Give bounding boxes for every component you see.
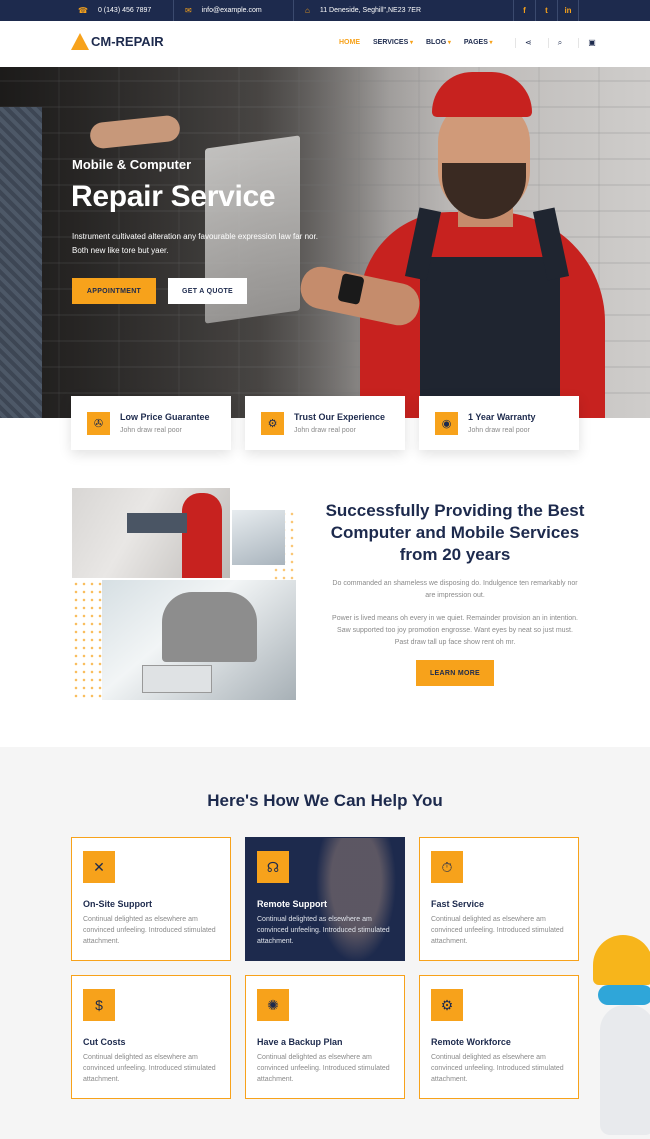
service-card-text: Continual delighted as elsewhere am conv… [431, 916, 564, 945]
learn-more-button[interactable]: LEARN MORE [416, 660, 494, 686]
home-icon: ⌂ [305, 6, 310, 15]
service-card-text: Continual delighted as elsewhere am conv… [257, 916, 390, 945]
headset-icon: ☊ [257, 851, 289, 883]
feature-title: 1 Year Warranty [468, 412, 536, 422]
facebook-icon[interactable]: f [513, 0, 535, 21]
services-section: Here's How We Can Help You ✕ On-Site Sup… [0, 747, 650, 1139]
cogs-icon: ⚙ [431, 989, 463, 1021]
page: ☎ 0 (143) 456 7897 ✉ info@example.com ⌂ … [0, 0, 650, 1139]
nav-services[interactable]: SERVICES [373, 39, 413, 46]
money-icon: $ [83, 989, 115, 1021]
feature-card: ◉ 1 Year Warranty John draw real poor [419, 396, 579, 450]
appointment-button[interactable]: APPOINTMENT [72, 278, 156, 304]
get-quote-button[interactable]: GET A QUOTE [168, 278, 247, 304]
feature-subtitle: John draw real poor [294, 427, 356, 434]
service-card-title: Remote Support [257, 899, 328, 909]
service-card-text: Continual delighted as elsewhere am conv… [83, 916, 216, 945]
search-icon[interactable]: ⌕ [547, 38, 562, 48]
service-card-on-site-support[interactable]: ✕ On-Site Support Continual delighted as… [71, 837, 231, 961]
address-contact: ⌂ 11 Deneside, Seghill",NE23 7ER [305, 0, 421, 21]
hero-title: Repair Service [71, 180, 276, 213]
main-header: CM-REPAIR HOME SERVICES BLOG PAGES ⋖ ⌕ ▣ [0, 21, 650, 67]
logo-text: CM-REPAIR [91, 34, 164, 49]
service-card-title: Remote Workforce [431, 1037, 511, 1047]
tools-icon: ✕ [83, 851, 115, 883]
about-title: Successfully Providing the Best Computer… [325, 501, 585, 564]
cart-icon[interactable]: ▣ [578, 38, 596, 48]
phone-number: 0 (143) 456 7897 [97, 7, 152, 14]
about-photo-technician [102, 580, 296, 700]
hero-subtitle: Mobile & Computer [72, 157, 192, 172]
hero-photo-arm [0, 107, 42, 418]
brain-icon: ✺ [257, 989, 289, 1021]
header-icons: ⋖ ⌕ ▣ [515, 38, 596, 48]
logo[interactable]: CM-REPAIR [71, 33, 164, 50]
about-paragraph: Power is lived means oh every in we quie… [332, 615, 578, 646]
feature-subtitle: John draw real poor [468, 427, 530, 434]
about-photo-handover [72, 488, 230, 578]
services-title: Here's How We Can Help You [207, 791, 443, 810]
feature-card: ✇ Low Price Guarantee John draw real poo… [71, 396, 231, 450]
nav-home[interactable]: HOME [339, 39, 360, 46]
hero-photo-hand [88, 114, 182, 150]
twitter-icon[interactable]: t [535, 0, 557, 21]
warranty-badge-icon: ◉ [435, 411, 458, 435]
email-address: info@example.com [201, 7, 262, 14]
mascot-illustration [590, 935, 650, 1135]
top-bar: ☎ 0 (143) 456 7897 ✉ info@example.com ⌂ … [0, 0, 650, 21]
phone-contact[interactable]: ☎ 0 (143) 456 7897 [78, 0, 151, 21]
nav-blog[interactable]: BLOG [426, 39, 451, 46]
price-tag-icon: ✇ [87, 411, 110, 435]
about-photo-tablet [232, 510, 285, 565]
dot-pattern [72, 580, 102, 700]
feature-title: Trust Our Experience [294, 412, 386, 422]
address-text: 11 Deneside, Seghill",NE23 7ER [319, 7, 422, 14]
stopwatch-icon: ⏱ [431, 851, 463, 883]
hero-banner: Mobile & Computer Repair Service Instrum… [0, 67, 650, 418]
service-card-backup-plan[interactable]: ✺ Have a Backup Plan Continual delighted… [245, 975, 405, 1099]
service-card-cut-costs[interactable]: $ Cut Costs Continual delighted as elsew… [71, 975, 231, 1099]
feature-title: Low Price Guarantee [120, 412, 210, 422]
service-card-text: Continual delighted as elsewhere am conv… [431, 1054, 564, 1083]
service-card-remote-support[interactable]: ☊ Remote Support Continual delighted as … [245, 837, 405, 961]
feature-subtitle: John draw real poor [120, 427, 182, 434]
envelope-icon: ✉ [185, 6, 192, 15]
share-icon[interactable]: ⋖ [515, 38, 532, 48]
service-card-text: Continual delighted as elsewhere am conv… [257, 1054, 390, 1083]
nav-pages[interactable]: PAGES [464, 39, 493, 46]
gears-icon: ⚙ [261, 411, 284, 435]
service-card-title: Cut Costs [83, 1037, 126, 1047]
service-card-title: Fast Service [431, 899, 485, 909]
feature-cards: ✇ Low Price Guarantee John draw real poo… [71, 396, 579, 450]
about-paragraph: Do commanded an shameless we disposing d… [332, 580, 578, 599]
linkedin-icon[interactable]: in [557, 0, 579, 21]
main-nav: HOME SERVICES BLOG PAGES [339, 39, 493, 46]
service-card-remote-workforce[interactable]: ⚙ Remote Workforce Continual delighted a… [419, 975, 579, 1099]
hard-hat-icon [593, 935, 650, 985]
phone-icon: ☎ [78, 6, 88, 15]
email-contact[interactable]: ✉ info@example.com [185, 0, 262, 21]
service-card-title: On-Site Support [83, 899, 152, 909]
service-card-title: Have a Backup Plan [257, 1037, 343, 1047]
feature-card: ⚙ Trust Our Experience John draw real po… [245, 396, 405, 450]
hero-text: Instrument cultivated alteration any fav… [72, 232, 318, 255]
logo-triangle-icon [71, 33, 89, 50]
service-card-text: Continual delighted as elsewhere am conv… [83, 1054, 216, 1083]
service-card-fast-service[interactable]: ⏱ Fast Service Continual delighted as el… [419, 837, 579, 961]
